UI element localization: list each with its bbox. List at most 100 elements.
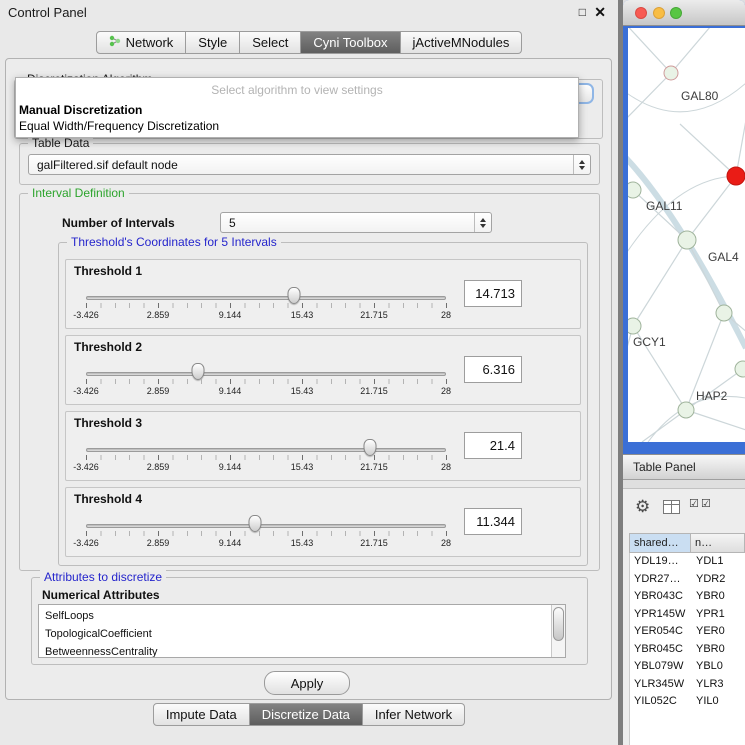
network-node[interactable]: [628, 318, 641, 334]
table-row[interactable]: YBL079WYBL0: [630, 658, 745, 676]
table-cell: YDL19…: [630, 553, 692, 571]
table-row[interactable]: YDR27…YDR2: [630, 571, 745, 589]
slider-handle[interactable]: [287, 287, 300, 304]
table-column-header[interactable]: n…: [691, 533, 745, 553]
slider-scale-label: 21.715: [360, 386, 388, 396]
network-canvas[interactable]: GAL80GAL11GAL4GCY1HAP2: [628, 28, 745, 442]
number-of-intervals-combobox[interactable]: 5: [220, 212, 492, 233]
select-all-checkbox-icon[interactable]: ☑: [689, 497, 699, 510]
network-node[interactable]: [727, 167, 745, 185]
tab-label: Discretize Data: [262, 707, 350, 722]
slider-major-tick: [86, 455, 87, 460]
table-cell: YDR2: [692, 571, 745, 589]
table-data-combobox[interactable]: galFiltered.sif default node: [28, 154, 591, 175]
tab-cyni-toolbox[interactable]: Cyni Toolbox: [301, 31, 400, 54]
slider-scale-label: 28: [441, 462, 451, 472]
threshold-slider[interactable]: -3.4262.8599.14415.4321.71528: [86, 436, 446, 478]
slider-ticks: [86, 455, 446, 460]
tab-network[interactable]: Network: [96, 31, 187, 54]
table-panel-header[interactable]: Table Panel: [623, 454, 745, 480]
slider-scale-label: 9.144: [219, 462, 242, 472]
threshold-slider[interactable]: -3.4262.8599.14415.4321.71528: [86, 284, 446, 326]
table-row[interactable]: YPR145WYPR1: [630, 606, 745, 624]
close-icon[interactable]: ✕: [594, 4, 606, 21]
float-window-icon[interactable]: □: [579, 5, 586, 19]
tab-discretize-data[interactable]: Discretize Data: [250, 703, 363, 726]
slider-track: [86, 524, 446, 528]
slider-ticks: [86, 303, 446, 308]
table-cell: YIL0: [692, 693, 745, 711]
tab-label: Style: [198, 35, 227, 50]
tab-label: jActiveMNodules: [413, 35, 510, 50]
threshold-panel: Threshold 2-3.4262.8599.14415.4321.71528…: [65, 335, 581, 405]
tab-impute-data[interactable]: Impute Data: [153, 703, 250, 726]
slider-scale-label: 2.859: [147, 310, 170, 320]
table-cell: YDL1: [692, 553, 745, 571]
table-row[interactable]: YLR345WYLR3: [630, 676, 745, 694]
tab-infer-network[interactable]: Infer Network: [363, 703, 465, 726]
table-row[interactable]: YIL052CYIL0: [630, 693, 745, 711]
threshold-slider[interactable]: -3.4262.8599.14415.4321.71528: [86, 360, 446, 402]
slider-major-tick: [302, 455, 303, 460]
threshold-value-field[interactable]: 14.713: [464, 280, 522, 307]
slider-scale-label: 28: [441, 310, 451, 320]
scrollbar-thumb[interactable]: [553, 607, 564, 641]
slider-major-tick: [230, 531, 231, 536]
network-window-titlebar[interactable]: [623, 0, 745, 26]
gear-icon[interactable]: ⚙: [635, 497, 650, 517]
network-node[interactable]: [678, 231, 696, 249]
network-edge: [648, 396, 745, 442]
slider-major-tick: [230, 455, 231, 460]
slider-handle[interactable]: [191, 363, 204, 380]
slider-handle[interactable]: [364, 439, 377, 456]
window-title: Control Panel: [8, 5, 87, 20]
table-cell: YIL052C: [630, 693, 692, 711]
table-row[interactable]: YBR045CYBR0: [630, 641, 745, 659]
network-node-label: HAP2: [696, 389, 728, 403]
algorithm-option[interactable]: Equal Width/Frequency Discretization: [16, 118, 578, 134]
network-node[interactable]: [664, 66, 678, 80]
attribute-list-item[interactable]: BetweennessCentrality: [45, 643, 547, 658]
combo-stepper-icon[interactable]: [573, 155, 590, 174]
list-scrollbar[interactable]: [551, 605, 565, 657]
table-column-header[interactable]: shared…: [629, 533, 691, 553]
slider-major-tick: [446, 379, 447, 384]
slider-major-tick: [446, 455, 447, 460]
table-cell: YBL079W: [630, 658, 692, 676]
numerical-attributes-list[interactable]: SelfLoopsTopologicalCoefficientBetweenne…: [38, 604, 566, 658]
close-traffic-light-icon[interactable]: [635, 7, 647, 19]
minimize-traffic-light-icon[interactable]: [653, 7, 665, 19]
network-node[interactable]: [735, 361, 745, 377]
interval-definition-group: Interval Definition Number of Intervals …: [19, 193, 600, 571]
network-node[interactable]: [678, 402, 694, 418]
select-checkbox-icon[interactable]: ☑: [701, 497, 711, 510]
threshold-value-field[interactable]: 21.4: [464, 432, 522, 459]
threshold-slider[interactable]: -3.4262.8599.14415.4321.71528: [86, 512, 446, 554]
slider-scale-label: 15.43: [291, 538, 314, 548]
slider-handle[interactable]: [249, 515, 262, 532]
table-panel: ⚙ ☑ ☑ shared…n… YDL19…YDL1YDR27…YDR2YBR0…: [623, 488, 745, 745]
apply-button[interactable]: Apply: [264, 671, 350, 695]
columns-icon[interactable]: [663, 500, 680, 519]
zoom-traffic-light-icon[interactable]: [670, 7, 682, 19]
table-row[interactable]: YDL19…YDL1: [630, 553, 745, 571]
algorithm-option[interactable]: Manual Discretization: [16, 102, 578, 118]
tab-select[interactable]: Select: [240, 31, 301, 54]
tab-jactivemnodules[interactable]: jActiveMNodules: [401, 31, 523, 54]
attribute-list-item[interactable]: TopologicalCoefficient: [45, 625, 547, 643]
network-edge: [686, 410, 745, 430]
table-row[interactable]: YER054CYER0: [630, 623, 745, 641]
algorithm-combo-placeholder[interactable]: Select algorithm to view settings: [16, 78, 578, 102]
threshold-value-field[interactable]: 11.344: [464, 508, 522, 535]
table-row[interactable]: YBR043CYBR0: [630, 588, 745, 606]
slider-major-tick: [446, 531, 447, 536]
tab-style[interactable]: Style: [186, 31, 240, 54]
slider-scale-label: 9.144: [219, 310, 242, 320]
combo-stepper-icon[interactable]: [474, 213, 491, 232]
network-node[interactable]: [628, 182, 641, 198]
threshold-label: Threshold 1: [74, 264, 142, 278]
attribute-list-item[interactable]: SelfLoops: [45, 607, 547, 625]
network-node[interactable]: [716, 305, 732, 321]
slider-scale-label: 15.43: [291, 386, 314, 396]
threshold-value-field[interactable]: 6.316: [464, 356, 522, 383]
